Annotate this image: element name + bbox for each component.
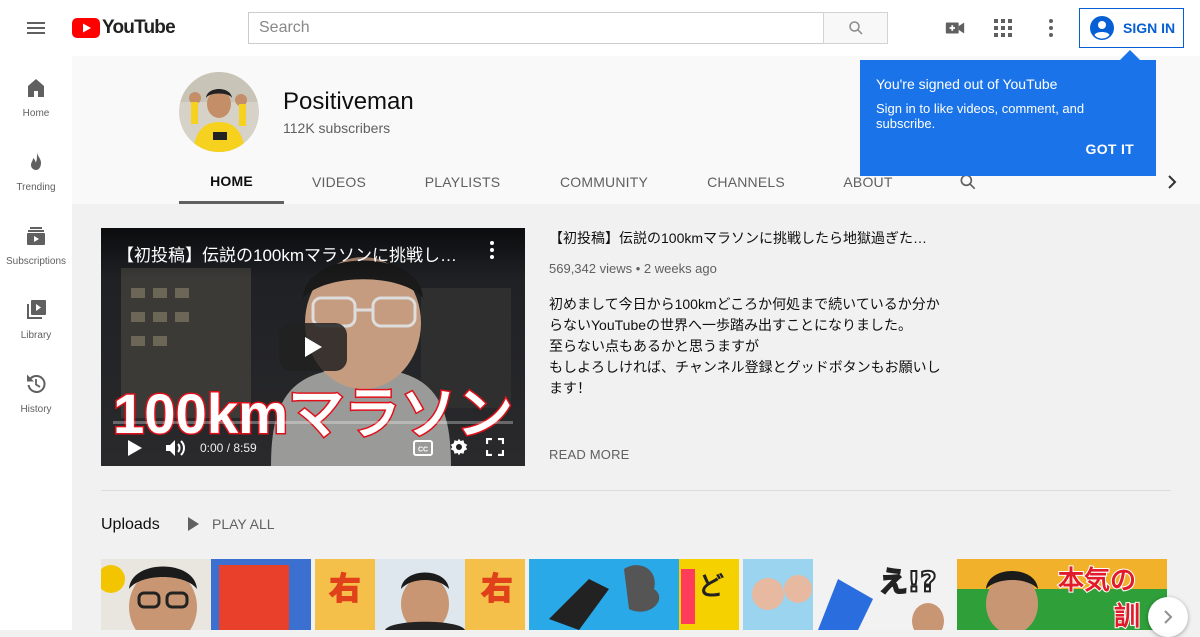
- player-more-icon[interactable]: [489, 240, 495, 265]
- home-icon: [28, 79, 44, 97]
- sign-in-button[interactable]: SIGN IN: [1079, 8, 1184, 48]
- volume-icon[interactable]: [165, 438, 187, 463]
- tab-playlists[interactable]: PLAYLISTS: [394, 160, 531, 204]
- upload-thumbnail[interactable]: え!?: [743, 559, 953, 630]
- account-circle-icon: [1090, 16, 1114, 40]
- tab-community[interactable]: COMMUNITY: [531, 160, 677, 204]
- upload-thumbnail[interactable]: 右右: [315, 559, 525, 630]
- side-nav: Home Trending Subscriptions Library Hist…: [0, 56, 72, 630]
- section-divider: [101, 490, 1171, 491]
- tabs-next-icon[interactable]: [1152, 160, 1192, 204]
- description-line: 至らない点もあるかと思うますが: [549, 338, 759, 354]
- svg-text:CC: CC: [418, 447, 428, 454]
- nav-item-history[interactable]: History: [0, 352, 72, 426]
- signed-out-popup: You're signed out of YouTube Sign in to …: [860, 50, 1156, 176]
- popup-message: Sign in to like videos, comment, and sub…: [876, 101, 1085, 131]
- uploads-next-button[interactable]: [1148, 597, 1188, 637]
- svg-text:訓: 訓: [1114, 601, 1140, 630]
- play-icon: [305, 337, 322, 357]
- chevron-right-icon: [1164, 610, 1173, 624]
- thumbnail-text: 右: [482, 572, 512, 607]
- nav-label: Library: [20, 330, 52, 341]
- library-icon: [27, 300, 46, 319]
- read-more-button[interactable]: READ MORE: [549, 447, 630, 462]
- featured-video-player[interactable]: 100kmマラソン 【初投稿】伝説の100kmマラソンに挑戦し… 0:00 / …: [101, 228, 525, 466]
- create-video-icon[interactable]: [935, 8, 975, 48]
- thumbnail-text: 右: [330, 572, 360, 607]
- play-all-icon: [188, 517, 199, 531]
- nav-item-library[interactable]: Library: [0, 278, 72, 352]
- menu-icon[interactable]: [16, 8, 56, 48]
- progress-bar[interactable]: [113, 421, 513, 424]
- featured-video-meta: 569,342 views • 2 weeks ago: [549, 261, 717, 276]
- nav-item-subscriptions[interactable]: Subscriptions: [0, 204, 72, 278]
- thumbnail-overlay-text: 100kmマラソン: [113, 382, 513, 445]
- video-time: 0:00 / 8:59: [200, 441, 257, 455]
- play-all-button[interactable]: PLAY ALL: [186, 516, 275, 532]
- more-options-icon[interactable]: [1031, 8, 1071, 48]
- channel-name: Positiveman: [283, 88, 414, 115]
- popup-title: You're signed out of YouTube: [876, 76, 1058, 92]
- fullscreen-icon[interactable]: [485, 437, 505, 461]
- description-line: ます！: [549, 380, 591, 396]
- subscriber-count: 112K subscribers: [283, 120, 391, 136]
- youtube-logo-icon: [72, 18, 100, 38]
- description-line: 初めまして今日から100kmどころか何処まで続いているか分か: [549, 296, 940, 312]
- captions-icon[interactable]: CC: [413, 440, 433, 461]
- upload-thumbnail[interactable]: ど: [529, 559, 739, 630]
- logo-text: YouTube: [102, 17, 176, 38]
- trending-icon: [31, 152, 41, 170]
- uploads-heading[interactable]: Uploads: [101, 516, 160, 534]
- play-small-icon[interactable]: [127, 439, 143, 462]
- description-line: もしよろしければ、チャンネル登録とグッドボタンもお願いし: [549, 359, 941, 375]
- sign-in-label: SIGN IN: [1123, 20, 1176, 36]
- channel-avatar[interactable]: [179, 72, 259, 152]
- upload-thumbnail[interactable]: [101, 559, 311, 630]
- tab-home[interactable]: HOME: [179, 160, 284, 204]
- player-title: 【初投稿】伝説の100kmマラソンに挑戦し…: [117, 246, 458, 265]
- featured-video-title[interactable]: 【初投稿】伝説の100kmマラソンに挑戦したら地獄過ぎた…: [549, 228, 949, 248]
- nav-label: History: [20, 404, 52, 415]
- featured-video-description: 初めまして今日から100kmどころか何処まで続いているか分か らないYouTub…: [549, 294, 949, 399]
- nav-item-home[interactable]: Home: [0, 56, 72, 130]
- upload-thumbnail[interactable]: 本気の訓: [957, 559, 1167, 630]
- play-all-label: PLAY ALL: [212, 516, 275, 532]
- settings-gear-icon[interactable]: [450, 438, 468, 461]
- tab-channels[interactable]: CHANNELS: [677, 160, 815, 204]
- search-icon: [848, 21, 863, 35]
- nav-label: Home: [22, 108, 50, 119]
- thumbnail-text: 本気の: [1058, 565, 1136, 596]
- apps-grid-icon[interactable]: [983, 8, 1023, 48]
- youtube-logo[interactable]: YouTube: [72, 17, 176, 39]
- nav-label: Subscriptions: [5, 256, 67, 267]
- thumbnail-text: え!?: [879, 565, 936, 598]
- history-icon: [27, 374, 46, 393]
- nav-label: Trending: [16, 182, 56, 193]
- description-line: らないYouTubeの世界へ一歩踏み出すことになりました。: [549, 317, 913, 333]
- search-input[interactable]: [248, 12, 824, 44]
- large-play-button[interactable]: [279, 323, 347, 371]
- subscriptions-icon: [27, 227, 45, 245]
- svg-text:ど: ど: [698, 572, 724, 602]
- tab-videos[interactable]: VIDEOS: [284, 160, 394, 204]
- got-it-button[interactable]: GOT IT: [1086, 141, 1134, 157]
- search-button[interactable]: [823, 12, 888, 44]
- nav-item-trending[interactable]: Trending: [0, 130, 72, 204]
- masthead: YouTube SIGN IN: [0, 0, 1200, 56]
